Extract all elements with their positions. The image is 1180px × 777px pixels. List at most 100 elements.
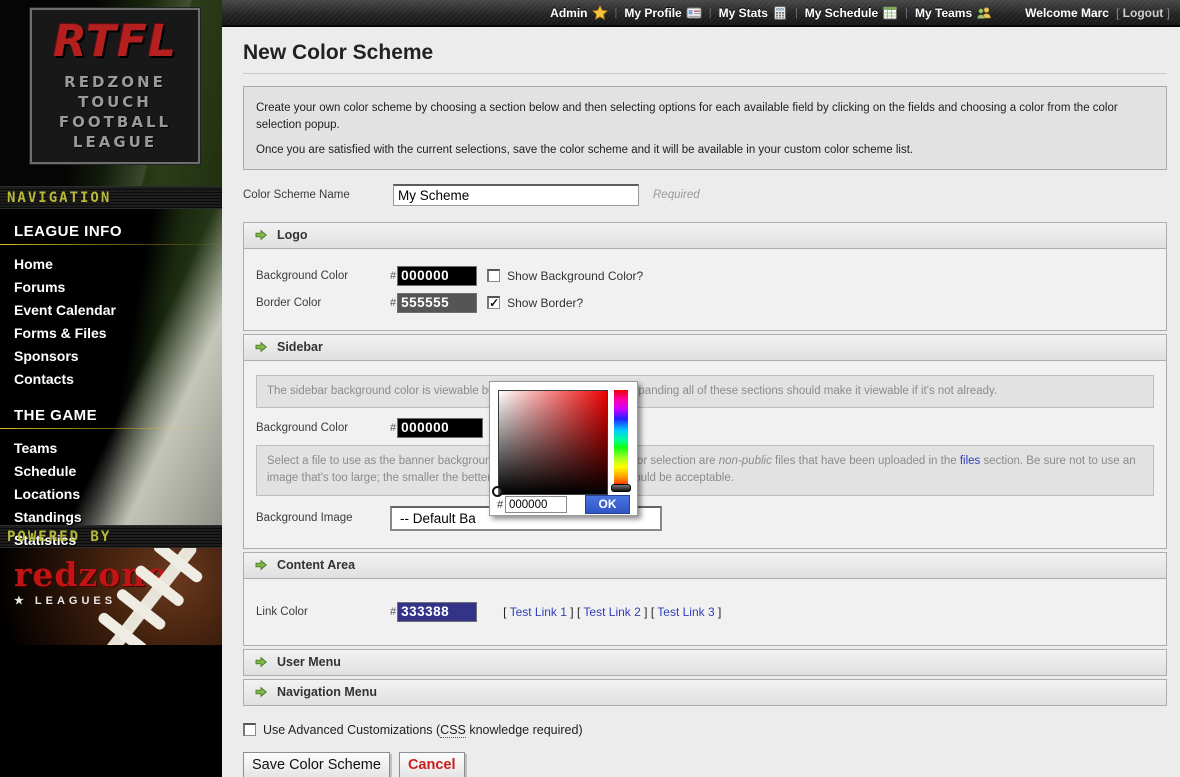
redzone-leagues-logo[interactable]: redzone ★ LEAGUES ★ bbox=[0, 548, 222, 645]
group-icon bbox=[976, 5, 992, 21]
section-content-area-header[interactable]: Content Area bbox=[243, 552, 1167, 579]
divider bbox=[0, 428, 222, 429]
sidebar-nav: LEAGUE INFO Home Forums Event Calendar F… bbox=[0, 209, 222, 525]
league-logo[interactable]: RTFL REDZONE TOUCH FOOTBALL LEAGUE bbox=[30, 8, 200, 164]
link-color-swatch[interactable]: 333388 bbox=[397, 602, 477, 622]
top-menu-bar: Admin | My Profile | My Stats | My Sched… bbox=[222, 0, 1180, 27]
hex-value-input[interactable] bbox=[505, 496, 567, 513]
sidebar-item-forums[interactable]: Forums bbox=[14, 276, 222, 299]
section-user-menu-header[interactable]: User Menu bbox=[243, 649, 1167, 676]
section-navigation-menu-header[interactable]: Navigation Menu bbox=[243, 679, 1167, 706]
logo-bg-color-swatch[interactable]: 000000 bbox=[397, 266, 477, 286]
section-user-menu-title: User Menu bbox=[277, 655, 341, 669]
saturation-value-gradient[interactable] bbox=[498, 390, 608, 495]
menu-my-stats[interactable]: My Stats bbox=[719, 5, 788, 21]
section-navigation-menu: Navigation Menu bbox=[243, 679, 1167, 706]
league-logo-line: TOUCH bbox=[78, 92, 152, 112]
test-link-2[interactable]: Test Link 2 bbox=[583, 605, 640, 619]
sidebar-item-schedule[interactable]: Schedule bbox=[14, 460, 222, 483]
bracket: ] bbox=[567, 605, 574, 619]
intro-info-box: Create your own color scheme by choosing… bbox=[243, 86, 1167, 170]
bracket: ] bbox=[715, 605, 722, 619]
vcard-icon bbox=[686, 5, 702, 21]
sidebar-item-event-calendar[interactable]: Event Calendar bbox=[14, 299, 222, 322]
cancel-button[interactable]: Cancel bbox=[399, 752, 465, 777]
section-sidebar: Sidebar The sidebar background color is … bbox=[243, 334, 1167, 549]
section-logo-header[interactable]: Logo bbox=[243, 222, 1167, 249]
color-picker-popup: # OK bbox=[489, 381, 638, 516]
main-area: Admin | My Profile | My Stats | My Sched… bbox=[222, 0, 1180, 777]
test-link-1[interactable]: Test Link 1 bbox=[510, 605, 567, 619]
sidebar-header-field-image: RTFL REDZONE TOUCH FOOTBALL LEAGUE bbox=[0, 0, 222, 186]
green-arrow-icon bbox=[254, 228, 268, 242]
sidebar-item-teams[interactable]: Teams bbox=[14, 437, 222, 460]
color-scheme-name-row: Color Scheme Name Required bbox=[243, 184, 1167, 206]
divider bbox=[243, 73, 1167, 74]
label-text: knowledge required) bbox=[466, 723, 583, 737]
advanced-customizations-checkbox[interactable] bbox=[243, 723, 256, 736]
hue-strip[interactable] bbox=[614, 390, 628, 486]
files-link[interactable]: files bbox=[960, 455, 980, 467]
hash-prefix: # bbox=[390, 422, 396, 434]
note-text: files that have been uploaded in the bbox=[772, 455, 960, 467]
ok-button[interactable]: OK bbox=[585, 495, 630, 514]
menu-my-teams[interactable]: My Teams bbox=[915, 5, 992, 21]
link-color-row: Link Color # 333388 [ Test Link 1 ] [ Te… bbox=[256, 602, 1154, 622]
sidebar-item-home[interactable]: Home bbox=[14, 253, 222, 276]
logo-bg-color-label: Background Color bbox=[256, 270, 390, 282]
show-background-color-checkbox[interactable] bbox=[487, 269, 500, 282]
section-content-area: Content Area Link Color # 333388 [ Test … bbox=[243, 552, 1167, 646]
logo-border-color-row: Border Color # 555555 ✓ Show Border? bbox=[256, 293, 1154, 313]
hash-prefix: # bbox=[390, 297, 396, 309]
advanced-customizations-row: Use Advanced Customizations (CSS knowled… bbox=[243, 723, 1167, 737]
menu-admin[interactable]: Admin bbox=[550, 5, 607, 21]
star-icon bbox=[592, 5, 608, 21]
section-content-area-body: Link Color # 333388 [ Test Link 1 ] [ Te… bbox=[243, 579, 1167, 646]
green-arrow-icon bbox=[254, 685, 268, 699]
show-border-checkbox[interactable]: ✓ bbox=[487, 296, 500, 309]
logout-link[interactable]: [ Logout ] bbox=[1116, 6, 1170, 20]
sidebar-item-contacts[interactable]: Contacts bbox=[14, 368, 222, 391]
required-hint: Required bbox=[653, 189, 700, 201]
sidebar-item-forms-files[interactable]: Forms & Files bbox=[14, 322, 222, 345]
save-color-scheme-button[interactable]: Save Color Scheme bbox=[243, 752, 390, 777]
background-image-row: Background Image -- Default Ba bbox=[256, 506, 1154, 531]
section-logo: Logo Background Color # 000000 Show Back… bbox=[243, 222, 1167, 331]
menu-my-teams-label: My Teams bbox=[915, 6, 972, 20]
sidebar-bg-note: The sidebar background color is viewable… bbox=[256, 375, 1154, 408]
sidebar-item-sponsors[interactable]: Sponsors bbox=[14, 345, 222, 368]
powered-by-banner: POWERED BY bbox=[0, 525, 222, 548]
color-cursor[interactable] bbox=[492, 486, 503, 497]
green-arrow-icon bbox=[254, 340, 268, 354]
show-border-label: Show Border? bbox=[507, 296, 583, 310]
hash-prefix: # bbox=[497, 499, 503, 511]
intro-paragraph-1: Create your own color scheme by choosing… bbox=[256, 100, 1154, 135]
league-logo-line: REDZONE bbox=[64, 72, 166, 92]
sidebar-item-locations[interactable]: Locations bbox=[14, 483, 222, 506]
nav-group-the-game: THE GAME bbox=[14, 403, 222, 424]
test-link-3[interactable]: Test Link 3 bbox=[657, 605, 714, 619]
section-logo-title: Logo bbox=[277, 228, 308, 242]
menu-separator: | bbox=[795, 7, 798, 19]
sidebar-bg-color-swatch[interactable]: 000000 bbox=[397, 418, 483, 438]
logo-border-color-swatch[interactable]: 555555 bbox=[397, 293, 477, 313]
section-sidebar-title: Sidebar bbox=[277, 340, 323, 354]
content-area: New Color Scheme Create your own color s… bbox=[222, 27, 1180, 777]
sidebar-background-color-row: Background Color # 000000 bbox=[256, 418, 1154, 438]
hash-prefix: # bbox=[390, 270, 396, 282]
link-color-label: Link Color bbox=[256, 606, 390, 618]
css-abbr: CSS bbox=[440, 723, 466, 738]
label-text: Use Advanced Customizations ( bbox=[263, 723, 440, 737]
hue-slider-handle[interactable] bbox=[611, 484, 631, 492]
form-actions: Save Color Scheme Cancel bbox=[243, 752, 1167, 777]
navigation-banner: NAVIGATION bbox=[0, 186, 222, 209]
sidebar-footer bbox=[0, 645, 222, 777]
logout-label: Logout bbox=[1123, 6, 1164, 20]
league-logo-line: LEAGUE bbox=[73, 132, 157, 152]
nav-group-league-info: LEAGUE INFO bbox=[14, 219, 222, 240]
color-scheme-name-input[interactable] bbox=[393, 184, 639, 206]
show-background-color-label: Show Background Color? bbox=[507, 269, 643, 283]
section-sidebar-header[interactable]: Sidebar bbox=[243, 334, 1167, 361]
menu-my-schedule[interactable]: My Schedule bbox=[805, 5, 898, 21]
menu-my-profile[interactable]: My Profile bbox=[624, 5, 701, 21]
